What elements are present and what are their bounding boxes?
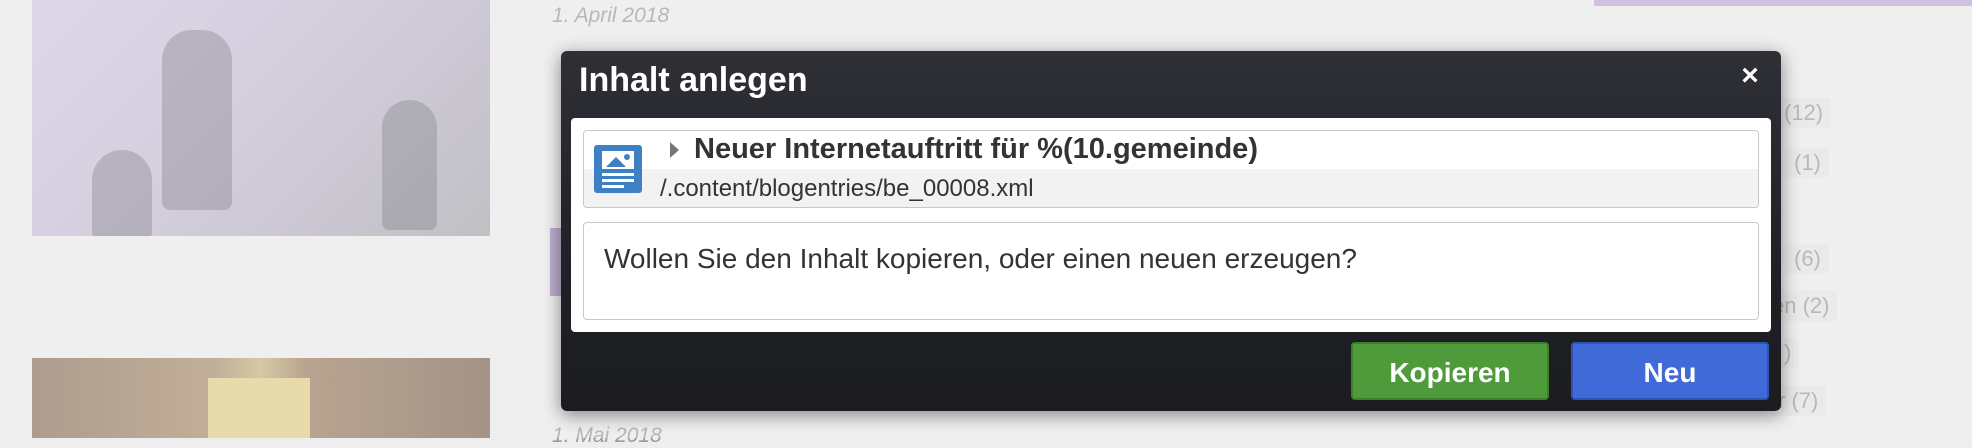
dialog-body: Neuer Internetauftritt für %(10.gemeinde… — [571, 118, 1771, 332]
resource-title: Neuer Internetauftritt für %(10.gemeinde… — [694, 133, 1258, 165]
resource-path: /.content/blogentries/be_00008.xml — [660, 175, 1034, 202]
dialog-message: Wollen Sie den Inhalt kopieren, oder ein… — [604, 243, 1357, 274]
close-icon[interactable]: × — [1735, 61, 1765, 91]
message-box: Wollen Sie den Inhalt kopieren, oder ein… — [583, 222, 1759, 320]
copy-button[interactable]: Kopieren — [1351, 342, 1549, 400]
new-button[interactable]: Neu — [1571, 342, 1769, 400]
expand-triangle-icon[interactable] — [670, 142, 679, 158]
create-content-dialog: Inhalt anlegen × Neuer Internetauftritt … — [561, 51, 1781, 411]
dialog-title: Inhalt anlegen — [579, 61, 808, 99]
blog-entry-icon — [594, 145, 642, 193]
resource-info-box: Neuer Internetauftritt für %(10.gemeinde… — [583, 130, 1759, 208]
